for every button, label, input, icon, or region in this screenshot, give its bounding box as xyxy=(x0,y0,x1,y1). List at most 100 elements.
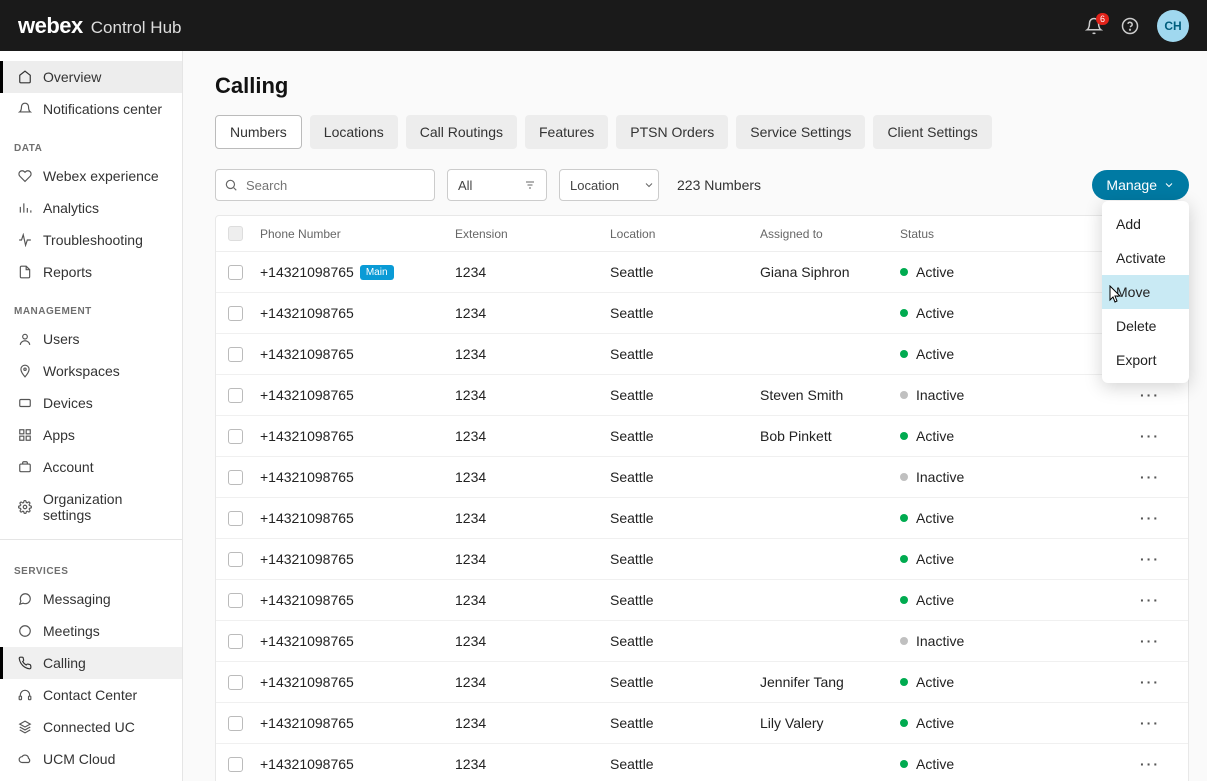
sidebar-item-label: Users xyxy=(43,331,80,347)
page-title: Calling xyxy=(215,73,1189,99)
pulse-icon xyxy=(17,232,33,248)
sidebar-item-workspaces[interactable]: Workspaces xyxy=(0,355,182,387)
table-row[interactable]: +143210987651234SeattleSteven SmithInact… xyxy=(216,375,1188,416)
app-header: webex Control Hub 6 CH xyxy=(0,0,1207,51)
sidebar-item-account[interactable]: Account xyxy=(0,451,182,483)
sidebar-item-ucm-cloud[interactable]: UCM Cloud xyxy=(0,743,182,775)
sidebar-item-connected-uc[interactable]: Connected UC xyxy=(0,711,182,743)
sidebar-item-analytics[interactable]: Analytics xyxy=(0,192,182,224)
row-checkbox[interactable] xyxy=(228,511,243,526)
manage-button[interactable]: Manage xyxy=(1092,170,1189,200)
row-actions-button[interactable]: ··· xyxy=(1140,592,1160,608)
status-label: Active xyxy=(916,510,954,526)
table-row[interactable]: +143210987651234SeattleActive··· xyxy=(216,539,1188,580)
table-row[interactable]: +143210987651234SeattleJennifer TangActi… xyxy=(216,662,1188,703)
search-input[interactable] xyxy=(215,169,435,201)
sidebar-item-label: Notifications center xyxy=(43,101,162,117)
user-icon xyxy=(17,331,33,347)
status-dot-icon xyxy=(900,555,908,563)
filter-location[interactable]: Location xyxy=(559,169,659,201)
table-row[interactable]: +14321098765Main1234SeattleGiana Siphron… xyxy=(216,252,1188,293)
row-checkbox[interactable] xyxy=(228,757,243,772)
chevron-down-icon xyxy=(643,179,655,191)
extension: 1234 xyxy=(455,387,610,403)
col-assigned-header[interactable]: Assigned to xyxy=(760,227,900,241)
sidebar-item-contact-center[interactable]: Contact Center xyxy=(0,679,182,711)
row-actions-button[interactable]: ··· xyxy=(1140,428,1160,444)
table-row[interactable]: +143210987651234SeattleBob PinkettActive… xyxy=(216,416,1188,457)
tab-numbers[interactable]: Numbers xyxy=(215,115,302,149)
col-extension-header[interactable]: Extension xyxy=(455,227,610,241)
row-checkbox[interactable] xyxy=(228,552,243,567)
phone-number: +14321098765 xyxy=(260,633,354,649)
table-row[interactable]: +143210987651234SeattleLily ValeryActive… xyxy=(216,703,1188,744)
sidebar-item-apps[interactable]: Apps xyxy=(0,419,182,451)
col-status-header[interactable]: Status xyxy=(900,227,1100,241)
row-checkbox[interactable] xyxy=(228,347,243,362)
row-actions-button[interactable]: ··· xyxy=(1140,715,1160,731)
manage-menu-move[interactable]: Move xyxy=(1102,275,1189,309)
tab-features[interactable]: Features xyxy=(525,115,608,149)
row-actions-button[interactable]: ··· xyxy=(1140,469,1160,485)
manage-menu-add[interactable]: Add xyxy=(1102,207,1189,241)
table-row[interactable]: +143210987651234SeattleActive··· xyxy=(216,293,1188,334)
row-checkbox[interactable] xyxy=(228,675,243,690)
tab-service-settings[interactable]: Service Settings xyxy=(736,115,865,149)
status-dot-icon xyxy=(900,473,908,481)
sidebar-item-webex-experience[interactable]: Webex experience xyxy=(0,160,182,192)
tab-ptsn-orders[interactable]: PTSN Orders xyxy=(616,115,728,149)
extension: 1234 xyxy=(455,510,610,526)
tab-call-routings[interactable]: Call Routings xyxy=(406,115,517,149)
row-actions-button[interactable]: ··· xyxy=(1140,510,1160,526)
filter-location-label: Location xyxy=(570,178,619,193)
status-dot-icon xyxy=(900,309,908,317)
table-row[interactable]: +143210987651234SeattleActive··· xyxy=(216,580,1188,621)
col-phone-header[interactable]: Phone Number xyxy=(260,227,455,241)
row-checkbox[interactable] xyxy=(228,306,243,321)
manage-menu-delete[interactable]: Delete xyxy=(1102,309,1189,343)
main-content: Calling Numbers Locations Call Routings … xyxy=(183,51,1207,781)
phone-number: +14321098765 xyxy=(260,305,354,321)
row-actions-button[interactable]: ··· xyxy=(1140,633,1160,649)
sidebar-item-users[interactable]: Users xyxy=(0,323,182,355)
sidebar-item-troubleshooting[interactable]: Troubleshooting xyxy=(0,224,182,256)
extension: 1234 xyxy=(455,674,610,690)
filter-all[interactable]: All xyxy=(447,169,547,201)
table-row[interactable]: +143210987651234SeattleInactive··· xyxy=(216,621,1188,662)
col-location-header[interactable]: Location xyxy=(610,227,760,241)
sidebar-item-meetings[interactable]: Meetings xyxy=(0,615,182,647)
briefcase-icon xyxy=(17,459,33,475)
sidebar-item-reports[interactable]: Reports xyxy=(0,256,182,288)
table-row[interactable]: +143210987651234SeattleInactive··· xyxy=(216,457,1188,498)
table-row[interactable]: +143210987651234SeattleActive··· xyxy=(216,744,1188,781)
row-checkbox[interactable] xyxy=(228,265,243,280)
manage-menu-activate[interactable]: Activate xyxy=(1102,241,1189,275)
row-checkbox[interactable] xyxy=(228,634,243,649)
row-actions-button[interactable]: ··· xyxy=(1140,756,1160,772)
select-all-checkbox[interactable] xyxy=(228,226,243,241)
sidebar-item-overview[interactable]: Overview xyxy=(0,61,182,93)
sidebar-item-devices[interactable]: Devices xyxy=(0,387,182,419)
row-actions-button[interactable]: ··· xyxy=(1140,674,1160,690)
sidebar-item-calling[interactable]: Calling xyxy=(0,647,182,679)
notifications-button[interactable]: 6 xyxy=(1085,17,1103,35)
help-button[interactable] xyxy=(1121,17,1139,35)
table-row[interactable]: +143210987651234SeattleActive··· xyxy=(216,334,1188,375)
sidebar-item-messaging[interactable]: Messaging xyxy=(0,583,182,615)
row-checkbox[interactable] xyxy=(228,470,243,485)
row-checkbox[interactable] xyxy=(228,388,243,403)
logo-text: webex xyxy=(18,13,83,39)
row-checkbox[interactable] xyxy=(228,716,243,731)
row-actions-button[interactable]: ··· xyxy=(1140,551,1160,567)
row-actions-button[interactable]: ··· xyxy=(1140,387,1160,403)
manage-menu-export[interactable]: Export xyxy=(1102,343,1189,377)
table-row[interactable]: +143210987651234SeattleActive··· xyxy=(216,498,1188,539)
row-checkbox[interactable] xyxy=(228,429,243,444)
sidebar-item-organization-settings[interactable]: Organization settings xyxy=(0,483,182,531)
sidebar-item-notifications[interactable]: Notifications center xyxy=(0,93,182,125)
tab-locations[interactable]: Locations xyxy=(310,115,398,149)
avatar[interactable]: CH xyxy=(1157,10,1189,42)
tab-client-settings[interactable]: Client Settings xyxy=(873,115,991,149)
status-dot-icon xyxy=(900,678,908,686)
row-checkbox[interactable] xyxy=(228,593,243,608)
